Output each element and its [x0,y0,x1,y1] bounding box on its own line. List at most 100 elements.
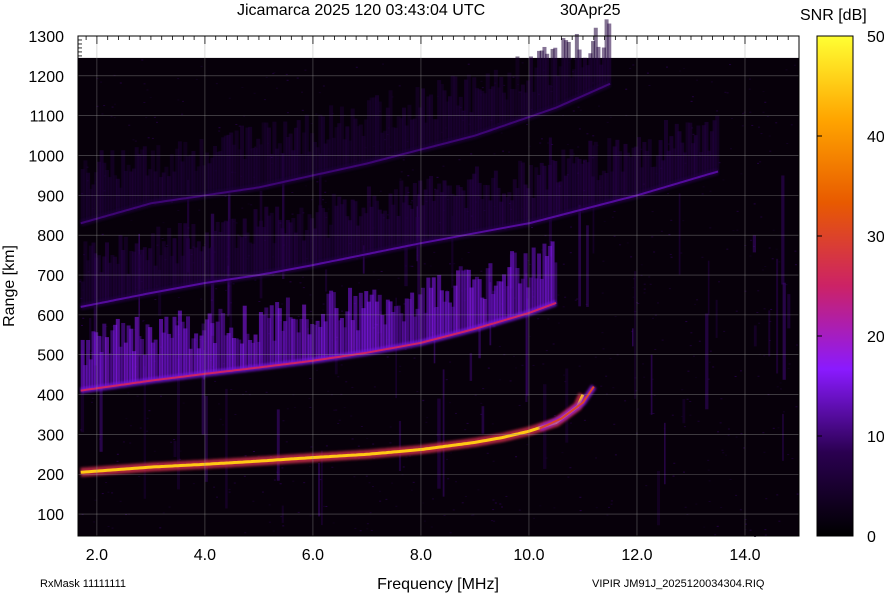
noise-speckle [402,159,405,161]
noise-speckle [552,343,555,345]
noise-speckle [299,282,302,284]
interference-streak [276,409,280,481]
noise-speckle [508,151,511,153]
noise-speckle [397,277,400,279]
y-tick-label: 500 [37,348,64,365]
noise-speckle [547,318,550,320]
colorbar-tick-label: 20 [867,329,884,346]
noise-speckle [480,270,483,272]
y-tick-label: 300 [37,427,64,444]
noise-speckle [377,279,380,281]
noise-speckle [177,296,180,298]
colorbar-tick-label: 0 [867,529,876,546]
noise-speckle [310,318,313,320]
noise-speckle [200,65,203,67]
noise-speckle [645,485,648,487]
noise-speckle [151,137,154,139]
noise-speckle [464,429,467,431]
noise-speckle [177,210,180,212]
noise-speckle [794,250,797,252]
noise-speckle [127,392,130,394]
y-tick-label: 600 [37,308,64,325]
noise-speckle [308,465,311,467]
noise-speckle [91,401,94,403]
noise-speckle [228,97,231,99]
noise-speckle [101,233,104,235]
noise-speckle [301,276,304,278]
noise-speckle [302,287,305,289]
noise-speckle [652,413,655,415]
colorbar-tick-label: 50 [867,29,884,46]
noise-speckle [345,381,348,383]
noise-speckle [214,380,217,382]
noise-speckle [741,113,744,115]
noise-speckle [217,403,220,405]
interference-streak [787,294,791,329]
noise-speckle [360,426,363,428]
noise-speckle [570,226,573,228]
interference-streak [173,441,177,458]
noise-speckle [467,63,470,65]
noise-speckle [579,496,582,498]
noise-speckle [499,379,502,381]
noise-speckle [409,265,412,267]
noise-speckle [708,501,711,503]
y-tick-label: 800 [37,228,64,245]
noise-speckle [646,72,649,74]
noise-speckle [304,185,307,187]
noise-speckle [651,236,654,238]
noise-speckle [359,530,362,532]
noise-speckle [703,526,706,528]
y-tick-labels: 100 200 300 400 500 600 700 800 900 1000 1100 1200 1… [28,29,64,524]
noise-speckle [318,92,321,94]
noise-speckle [327,208,330,210]
noise-speckle [366,523,369,525]
x-tick-label: 12.0 [621,547,652,564]
noise-speckle [692,133,695,135]
noise-speckle [685,321,688,323]
noise-speckle [309,378,312,380]
interference-streak [631,328,634,347]
noise-speckle [660,230,663,232]
noise-speckle [402,466,405,468]
noise-speckle [400,171,403,173]
noise-speckle [762,90,765,92]
noise-speckle [289,281,292,283]
noise-speckle [170,441,173,443]
noise-speckle [763,308,766,310]
noise-speckle [411,200,414,202]
noise-speckle [717,431,720,433]
noise-speckle [557,294,560,296]
noise-speckle [770,309,773,311]
colorbar-tick-label: 40 [867,129,884,146]
noise-speckle [776,494,779,496]
y-tick-label: 1100 [30,109,65,126]
noise-speckle [354,527,357,529]
noise-speckle [224,289,227,291]
noise-speckle [576,298,579,300]
noise-speckle [671,414,674,416]
noise-speckle [709,190,712,192]
noise-speckle [310,123,313,125]
noise-speckle [569,467,572,469]
noise-speckle [369,512,372,514]
noise-speckle [323,505,326,507]
noise-speckle [141,320,144,322]
noise-speckle [761,269,764,271]
noise-speckle [218,130,221,132]
noise-speckle [574,299,577,301]
noise-speckle [107,491,110,493]
noise-speckle [331,466,334,468]
noise-speckle [110,116,113,118]
noise-speckle [273,479,276,481]
noise-speckle [453,263,456,265]
interference-streak [707,260,710,315]
noise-speckle [610,503,613,505]
noise-speckle [564,296,567,298]
noise-speckle [286,112,289,114]
noise-speckle [265,391,268,393]
noise-speckle [614,315,617,317]
chart-title: Jicamarca 2025 120 03:43:04 UTC [237,2,485,19]
colorbar-tick-label: 30 [867,229,884,246]
noise-speckle [542,363,545,365]
